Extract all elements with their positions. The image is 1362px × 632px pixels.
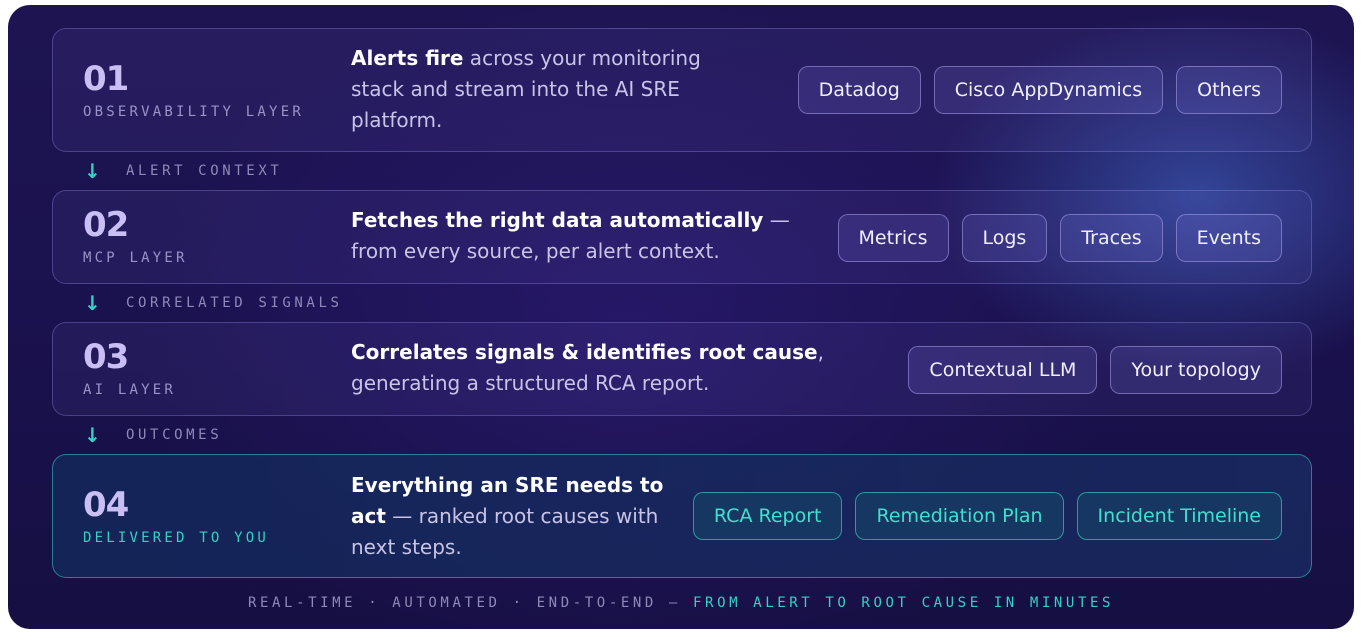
layer-label: OBSERVABILITY LAYER [83,104,304,120]
connector-label: CORRELATED SIGNALS [126,295,343,311]
pipeline-card: 01 OBSERVABILITY LAYER Alerts fire acros… [8,5,1354,629]
layer-observability: 01 OBSERVABILITY LAYER Alerts fire acros… [52,28,1312,152]
arrow-down-icon: ↓ [84,291,101,315]
chip-metrics[interactable]: Metrics [837,214,949,262]
layer-description-text: — ranked root causes with next steps. [351,504,659,559]
footer-tagline: REAL-TIME · AUTOMATED · END-TO-END — FRO… [8,595,1354,611]
chip-logs[interactable]: Logs [961,214,1048,262]
chip-your-topology[interactable]: Your topology [1110,346,1282,394]
chip-rca-report[interactable]: RCA Report [692,492,843,540]
chip-group: Contextual LLM Your topology [908,346,1282,394]
connector-alert-context: ↓ ALERT CONTEXT [84,159,282,183]
chip-group: RCA Report Remediation Plan Incident Tim… [692,492,1282,540]
layer-number: 01 [83,59,129,99]
layer-mcp: 02 MCP LAYER Fetches the right data auto… [52,190,1312,284]
chip-contextual-llm[interactable]: Contextual LLM [908,346,1098,394]
chip-datadog[interactable]: Datadog [797,66,921,114]
chip-incident-timeline[interactable]: Incident Timeline [1076,492,1282,540]
chip-remediation-plan[interactable]: Remediation Plan [855,492,1064,540]
layer-delivered: 04 DELIVERED TO YOU Everything an SRE ne… [52,454,1312,578]
layer-label: MCP LAYER [83,250,188,266]
arrow-down-icon: ↓ [84,423,101,447]
connector-outcomes: ↓ OUTCOMES [84,423,222,447]
layer-number: 02 [83,205,129,245]
chip-group: Metrics Logs Traces Events [837,214,1282,262]
connector-label: OUTCOMES [126,427,223,443]
chip-events[interactable]: Events [1175,214,1282,262]
chip-cisco-appdynamics[interactable]: Cisco AppDynamics [933,66,1164,114]
layer-ai: 03 AI LAYER Correlates signals & identif… [52,322,1312,416]
layer-label: DELIVERED TO YOU [83,530,270,546]
layer-description-highlight: Fetches the right data automatically [351,208,764,232]
connector-correlated-signals: ↓ CORRELATED SIGNALS [84,291,343,315]
layer-description-highlight: Correlates signals & identifies root cau… [351,340,818,364]
layer-description: Everything an SRE needs to act — ranked … [351,470,671,563]
connector-label: ALERT CONTEXT [126,163,283,179]
chip-others[interactable]: Others [1176,66,1282,114]
chip-group: Datadog Cisco AppDynamics Others [797,66,1282,114]
chip-traces[interactable]: Traces [1060,214,1163,262]
layer-description: Correlates signals & identifies root cau… [351,337,831,399]
footer-tagline-highlight: FROM ALERT TO ROOT CAUSE IN MINUTES [693,595,1115,611]
layer-description: Fetches the right data automatically — f… [351,205,801,267]
layer-number: 04 [83,485,129,525]
footer-tagline-prefix: REAL-TIME · AUTOMATED · END-TO-END — [247,595,681,611]
layer-description-highlight: Alerts fire [351,46,464,70]
layer-label: AI LAYER [83,382,177,398]
layer-description: Alerts fire across your monitoring stack… [351,43,731,136]
arrow-down-icon: ↓ [84,159,101,183]
layer-number: 03 [83,337,129,377]
